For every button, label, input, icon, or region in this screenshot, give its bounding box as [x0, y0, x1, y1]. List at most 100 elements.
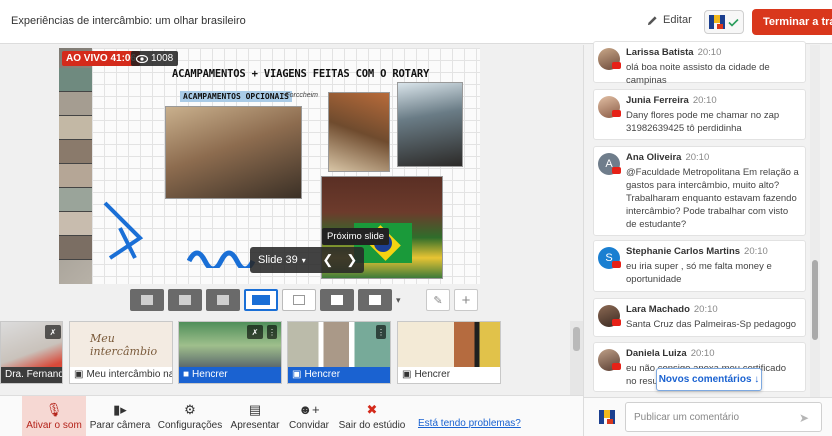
message-text: Santa Cruz das Palmeiras-Sp pedagogo	[626, 319, 797, 330]
settings-button[interactable]: ⚙ Configurações	[156, 396, 224, 436]
eye-icon	[136, 54, 148, 63]
participant-thumb	[59, 164, 92, 188]
message-text: @Faculdade Metropolitana Em relação a ga…	[626, 167, 799, 230]
slide-counter-dropdown[interactable]: Slide 39 ▾	[250, 254, 316, 266]
participant-thumb	[59, 140, 92, 164]
next-slide-tooltip: Próximo slide	[322, 228, 390, 245]
slide-subtitle: ACAMPAMENTOS OPCIONAIS	[180, 91, 292, 102]
layout-grid-button[interactable]	[206, 289, 240, 311]
participant-tile[interactable]: ▣ Hencrer	[397, 321, 501, 384]
end-broadcast-button[interactable]: Terminar a transmissão	[752, 9, 832, 35]
chat-message: Larissa Batista 20:10 olá boa noite assis…	[593, 41, 806, 86]
participant-name: ■ Hencrer	[179, 367, 281, 383]
add-layout-button[interactable]: +	[454, 289, 478, 311]
layout-side-button[interactable]	[320, 289, 354, 311]
add-person-icon: ☻+	[298, 402, 320, 417]
participant-video	[288, 322, 390, 369]
previous-slide-button[interactable]: ❮	[316, 247, 340, 273]
next-slide-button[interactable]: ❯	[340, 247, 364, 273]
send-icon[interactable]: ➤	[799, 411, 809, 425]
present-button[interactable]: ▤ Apresentar	[228, 396, 282, 436]
brand-avatar	[592, 404, 622, 430]
present-screen-icon: ▤	[248, 402, 262, 417]
gear-icon: ⚙	[184, 402, 196, 417]
participant-tile[interactable]: ✗ ⋮ ■ Hencrer	[178, 321, 282, 384]
scrollbar-thumb[interactable]	[573, 327, 580, 351]
brand-switcher[interactable]	[704, 10, 744, 34]
screen-icon: ▣	[74, 369, 84, 380]
mic-muted-icon: ✗	[45, 325, 61, 339]
check-icon	[728, 18, 739, 27]
chat-message: Lara Machado 20:10 Santa Cruz das Palmeir…	[593, 298, 806, 337]
person-icon	[141, 295, 153, 305]
layout-two-button[interactable]	[168, 289, 202, 311]
participant-tile[interactable]: ⋮ ▣ Hencrer	[287, 321, 391, 384]
youtube-icon	[612, 363, 621, 370]
mic-off-icon: 🎙	[45, 402, 63, 417]
scrollbar-thumb[interactable]	[812, 260, 818, 340]
annotate-button[interactable]: ✎	[426, 289, 450, 311]
screen-icon: ▣	[292, 369, 302, 380]
layout-more-dropdown[interactable]: ▾	[396, 295, 406, 306]
participant-video: Meu intercâmbio	[70, 322, 172, 369]
participant-tile[interactable]: ✗ Dra. Fernanda	[0, 321, 63, 384]
chat-message: Junia Ferreira 20:10 Dany flores pode me …	[593, 89, 806, 140]
more-options-icon[interactable]: ⋮	[267, 325, 277, 339]
message-author: Daniela Luiza 20:10	[626, 348, 715, 359]
slide-photo-dinner	[328, 92, 390, 172]
viewer-count: 1008	[151, 53, 174, 64]
participant-thumb	[59, 92, 92, 116]
header-bar: Experiências de intercâmbio: um olhar br…	[0, 0, 832, 44]
youtube-icon	[612, 261, 621, 268]
slide-photo-party	[397, 82, 463, 167]
participant-tile[interactable]: Meu intercâmbio ▣Meu intercâmbio na Alem…	[69, 321, 173, 384]
more-options-icon[interactable]: ⋮	[376, 325, 386, 339]
layout-pip-button[interactable]	[358, 289, 392, 311]
new-comments-button[interactable]: Novos comentários ↓	[656, 368, 762, 391]
arrow-down-icon: ↓	[754, 374, 760, 385]
chevron-down-icon: ▾	[396, 294, 401, 305]
layout-single-button[interactable]	[130, 289, 164, 311]
message-author: Stephanie Carlos Martins 20:10	[626, 246, 768, 257]
edit-button[interactable]: Editar	[647, 14, 692, 26]
side-layout-icon	[331, 295, 343, 305]
slide-subtitle-note: -Forccheim	[283, 92, 319, 99]
message-author: Junia Ferreira 20:10	[626, 95, 717, 106]
participant-name: ▣Meu intercâmbio na Alemanha	[70, 367, 172, 383]
slide-photo-dance	[165, 106, 302, 199]
slide-counter: Slide 39	[258, 254, 298, 266]
screen-share-icon	[252, 295, 270, 305]
participants-scrollbar[interactable]	[570, 321, 583, 395]
presenter-thumbnail-column	[59, 68, 92, 284]
comment-input[interactable]	[625, 402, 822, 432]
chat-scrollbar[interactable]	[810, 45, 820, 397]
participant-name: ▣ Hencrer	[398, 367, 500, 383]
leave-studio-button[interactable]: ✖ Sair do estúdio	[337, 396, 407, 436]
layout-screen-button[interactable]	[282, 289, 316, 311]
studio-root: Experiências de intercâmbio: um olhar br…	[0, 0, 832, 436]
close-circle-icon: ✖	[366, 402, 378, 417]
chat-panel: Larissa Batista 20:10 olá boa noite assis…	[583, 41, 832, 436]
invite-button[interactable]: ☻+ Convidar	[286, 396, 332, 436]
layout-presenter-button[interactable]	[244, 289, 278, 311]
doodle-decoration-icon	[103, 201, 144, 260]
screen-icon: ▣	[402, 369, 412, 380]
brand-logo-icon	[709, 15, 725, 29]
help-link[interactable]: Está tendo problemas?	[418, 418, 521, 429]
viewer-count-badge: 1008	[131, 51, 179, 66]
person-icon: ■	[183, 369, 190, 380]
message-author: Larissa Batista 20:10	[626, 47, 722, 58]
chat-message: S Stephanie Carlos Martins 20:10 eu iria …	[593, 240, 806, 292]
people-icon	[179, 295, 191, 305]
tile-slide-text: Meu intercâmbio	[90, 332, 158, 358]
participant-thumb	[59, 188, 92, 212]
participant-video	[398, 322, 500, 369]
chevron-right-icon: ❯	[346, 252, 358, 267]
layout-selector: ▾	[130, 287, 406, 313]
edit-label: Editar	[663, 14, 692, 26]
grid-icon	[217, 295, 229, 305]
participant-video	[179, 322, 281, 369]
unmute-button[interactable]: 🎙 Ativar o som	[22, 396, 86, 436]
participant-name: ▣ Hencrer	[288, 367, 390, 383]
stop-camera-button[interactable]: ▮▸ Parar câmera	[88, 396, 152, 436]
